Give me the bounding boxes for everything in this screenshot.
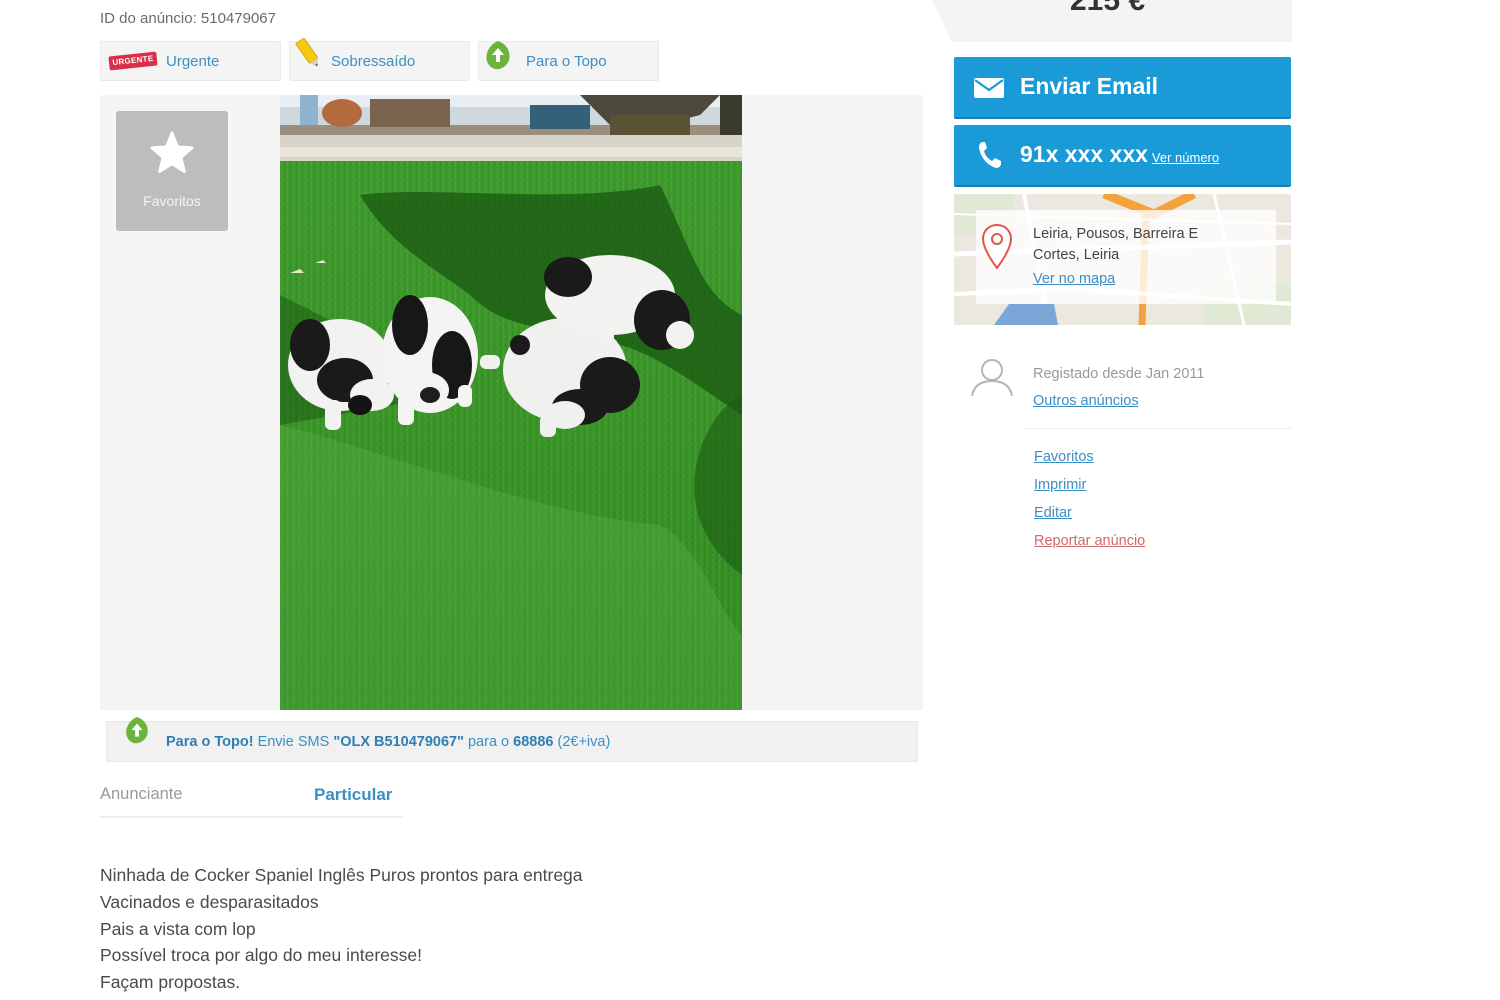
ad-page: { "ad": { "id_label": "ID do anúncio:", … (0, 0, 1500, 1000)
location-line: Leiria, Pousos, Barreira E (1033, 226, 1199, 242)
promo-urgente-label: Urgente (166, 52, 220, 70)
promo-sobressaido-button[interactable]: Sobressaído (289, 37, 470, 81)
advertiser-label: Anunciante (100, 785, 183, 803)
urgente-badge-icon: URGENTE (108, 51, 158, 71)
sms-promo-text: Para o Topo! Envie SMS "OLX B510479067" … (166, 734, 610, 750)
arrow-up-leaf-icon (486, 41, 510, 70)
ad-description: Ninhada de Cocker Spaniel Inglês Puros p… (100, 862, 583, 996)
advertiser-divider (100, 816, 403, 818)
send-email-label: Enviar Email (1020, 73, 1159, 99)
description-line: Ninhada de Cocker Spaniel Inglês Puros p… (100, 865, 583, 885)
phone-number: 91x xxx xxx Ver número (1020, 141, 1219, 168)
promo-topo-label: Para o Topo (526, 52, 607, 70)
promo-topo-button[interactable]: Para o Topo (478, 41, 659, 81)
favorites-button[interactable]: Favoritos (116, 111, 228, 231)
phone-button[interactable]: 91x xxx xxx Ver número (954, 125, 1291, 185)
promo-sobressaido-label: Sobressaído (331, 52, 416, 70)
send-email-button[interactable]: Enviar Email (954, 57, 1291, 117)
phone-icon (979, 142, 1001, 168)
report-ad-link[interactable]: Reportar anúncio (1034, 533, 1145, 549)
envelope-icon (974, 78, 1004, 98)
location-text: Leiria, Pousos, Barreira E Cortes, Leiri… (1033, 224, 1253, 266)
description-line: Possível troca por algo do meu interesse… (100, 945, 422, 966)
user-divider (1025, 428, 1291, 429)
reveal-number-link[interactable]: Ver número (1152, 150, 1219, 165)
arrow-up-leaf-icon (126, 717, 148, 744)
user-avatar-icon (971, 359, 1013, 397)
description-line: Façam propostas. (100, 972, 241, 993)
sms-promo-bar: Para o Topo! Envie SMS "OLX B510479067" … (106, 717, 918, 762)
ad-id: ID do anúncio: 510479067 (100, 10, 276, 27)
puppies-on-grass-photo (280, 95, 742, 710)
price: 215 € (1070, 0, 1146, 17)
map-pin-icon (982, 224, 1012, 270)
ad-id-label: ID do anúncio: (100, 10, 197, 27)
location-line: Cortes, Leiria (1033, 247, 1120, 263)
edit-link[interactable]: Editar (1034, 505, 1072, 521)
print-link[interactable]: Imprimir (1034, 477, 1086, 493)
sms-promo-number: 68886 (513, 734, 554, 750)
advertiser-type: Particular (314, 785, 393, 804)
view-map-link[interactable]: Ver no mapa (1033, 271, 1115, 287)
ad-id-value: 510479067 (200, 10, 276, 27)
sms-promo-code: "OLX B510479067" (333, 734, 464, 750)
sms-promo-t1: Envie SMS (253, 734, 334, 750)
favorites-label: Favoritos (143, 193, 201, 209)
phone-masked: 91x xxx xxx (1020, 141, 1148, 167)
favorites-link[interactable]: Favoritos (1034, 449, 1094, 465)
sms-promo-t2: para o (463, 734, 514, 750)
registered-since: Registado desde Jan 2011 (1033, 366, 1205, 382)
sms-promo-t3: (2€+iva) (553, 734, 611, 750)
other-ads-link[interactable]: Outros anúncios (1033, 393, 1139, 409)
sms-promo-prefix: Para o Topo! (166, 734, 254, 750)
highlighter-pen-icon (295, 37, 318, 67)
description-line: Vacinados e desparasitados (100, 891, 319, 912)
star-icon (150, 131, 194, 173)
description-line: Pais a vista com lop (100, 918, 256, 939)
listing-photo[interactable] (280, 95, 742, 710)
promo-urgente-button[interactable]: URGENTE Urgente (100, 41, 281, 81)
